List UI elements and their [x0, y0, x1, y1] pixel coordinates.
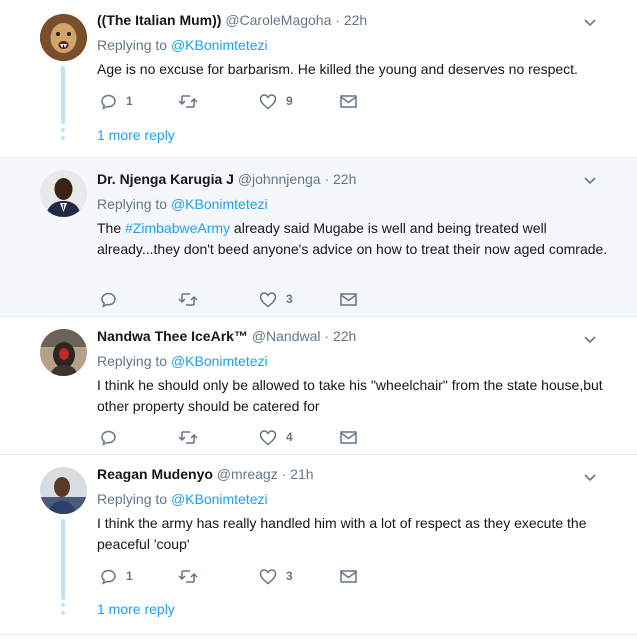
tweet-header: ((The Italian Mum)) @CaroleMagoha · 22h — [97, 10, 609, 30]
username[interactable]: @johnnjenga — [238, 171, 321, 187]
reply-count: 1 — [126, 94, 133, 108]
tweet-header: Nandwa Thee IceArk™ @Nandwal · 22h — [97, 326, 609, 346]
like-button[interactable]: 4 — [259, 427, 293, 447]
reply-button[interactable]: 1 — [100, 566, 133, 586]
retweet-button[interactable] — [178, 566, 198, 586]
reply-button[interactable] — [100, 427, 126, 447]
separator-dot: · — [324, 328, 330, 344]
chevron-down-icon[interactable] — [583, 173, 597, 187]
thread-line — [61, 66, 65, 124]
reply-icon — [101, 430, 116, 446]
replying-label: Replying to — [97, 353, 168, 369]
replying-to: Replying to @KBonimtetezi — [97, 195, 609, 213]
replying-to: Replying to @KBonimtetezi — [97, 490, 609, 508]
chevron-down-icon[interactable] — [583, 15, 597, 29]
heart-icon — [259, 568, 277, 584]
replying-to-link[interactable]: @KBonimtetezi — [171, 196, 268, 212]
tweet[interactable]: Dr. Njenga Karugia J @johnnjenga · 22h R… — [0, 158, 637, 317]
display-name[interactable]: ((The Italian Mum)) — [97, 12, 221, 28]
hashtag-link[interactable]: #ZimbabweArmy — [125, 220, 230, 236]
heart-icon — [259, 291, 277, 307]
separator-dot: · — [281, 466, 287, 482]
dm-button[interactable] — [340, 566, 357, 586]
replying-to-link[interactable]: @KBonimtetezi — [171, 37, 268, 53]
heart-icon — [259, 93, 277, 109]
dm-button[interactable] — [340, 427, 357, 447]
retweet-button[interactable] — [178, 289, 198, 309]
timestamp[interactable]: 22h — [333, 171, 356, 187]
replying-label: Replying to — [97, 196, 168, 212]
person-avatar-image — [40, 329, 87, 376]
like-count: 3 — [286, 569, 293, 583]
envelope-icon — [340, 569, 357, 583]
retweet-icon — [178, 569, 198, 583]
replying-to-link[interactable]: @KBonimtetezi — [171, 491, 268, 507]
replying-label: Replying to — [97, 491, 168, 507]
retweet-icon — [178, 292, 198, 306]
like-button[interactable]: 9 — [259, 91, 293, 111]
retweet-button[interactable] — [178, 91, 198, 111]
tweet-text: Age is no excuse for barbarism. He kille… — [97, 61, 578, 77]
thread-dots — [61, 603, 65, 619]
person-avatar-image — [40, 170, 87, 217]
reply-icon — [101, 569, 116, 585]
tweet[interactable]: Reagan Mudenyo @mreagz · 21h Replying to… — [0, 455, 637, 635]
like-count: 9 — [286, 94, 293, 108]
separator-dot: · — [324, 171, 330, 187]
retweet-button[interactable] — [178, 427, 198, 447]
avatar[interactable] — [40, 170, 87, 217]
username[interactable]: @Nandwal — [252, 328, 321, 344]
display-name[interactable]: Nandwa Thee IceArk™ — [97, 328, 248, 344]
thread-line — [61, 519, 65, 600]
replying-to-link[interactable]: @KBonimtetezi — [171, 353, 268, 369]
retweet-icon — [178, 94, 198, 108]
timestamp[interactable]: 22h — [333, 328, 356, 344]
replying-to: Replying to @KBonimtetezi — [97, 352, 609, 370]
display-name[interactable]: Dr. Njenga Karugia J — [97, 171, 234, 187]
reply-icon — [101, 292, 116, 308]
like-count: 4 — [286, 430, 293, 444]
reply-count: 1 — [126, 569, 133, 583]
reply-button[interactable] — [100, 289, 126, 309]
chevron-down-icon[interactable] — [583, 332, 597, 346]
dm-button[interactable] — [340, 289, 357, 309]
reply-button[interactable]: 1 — [100, 91, 133, 111]
envelope-icon — [340, 94, 357, 108]
text-prefix: The — [97, 220, 126, 236]
tweet-text: I think the army has really handled him … — [97, 515, 587, 552]
tweet-text: The #ZimbabweArmy already said Mugabe is… — [97, 218, 609, 260]
thread-dots — [61, 128, 65, 144]
like-button[interactable]: 3 — [259, 289, 293, 309]
more-replies-link[interactable]: 1 more reply — [97, 601, 175, 617]
like-button[interactable]: 3 — [259, 566, 293, 586]
chevron-down-icon[interactable] — [583, 470, 597, 484]
envelope-icon — [340, 430, 357, 444]
envelope-icon — [340, 292, 357, 306]
tweet[interactable]: Nandwa Thee IceArk™ @Nandwal · 22h Reply… — [0, 317, 637, 455]
dm-button[interactable] — [340, 91, 357, 111]
replying-to: Replying to @KBonimtetezi — [97, 36, 609, 54]
timestamp[interactable]: 22h — [344, 12, 367, 28]
avatar[interactable] — [40, 14, 87, 61]
tweet[interactable]: ((The Italian Mum)) @CaroleMagoha · 22h … — [0, 0, 637, 158]
replying-label: Replying to — [97, 37, 168, 53]
username[interactable]: @CaroleMagoha — [225, 12, 331, 28]
heart-icon — [259, 429, 277, 445]
display-name[interactable]: Reagan Mudenyo — [97, 466, 213, 482]
tweet-text: I think he should only be allowed to tak… — [97, 377, 603, 414]
retweet-icon — [178, 430, 198, 444]
tweet-header: Dr. Njenga Karugia J @johnnjenga · 22h — [97, 169, 609, 189]
separator-dot: · — [335, 12, 340, 28]
username[interactable]: @mreagz — [217, 466, 278, 482]
avatar[interactable] — [40, 329, 87, 376]
lion-avatar-image — [40, 14, 87, 61]
more-replies-link[interactable]: 1 more reply — [97, 127, 175, 143]
like-count: 3 — [286, 292, 293, 306]
tweet-header: Reagan Mudenyo @mreagz · 21h — [97, 464, 609, 484]
timestamp[interactable]: 21h — [290, 466, 313, 482]
reply-icon — [101, 94, 116, 110]
person-avatar-image — [40, 467, 87, 514]
avatar[interactable] — [40, 467, 87, 514]
